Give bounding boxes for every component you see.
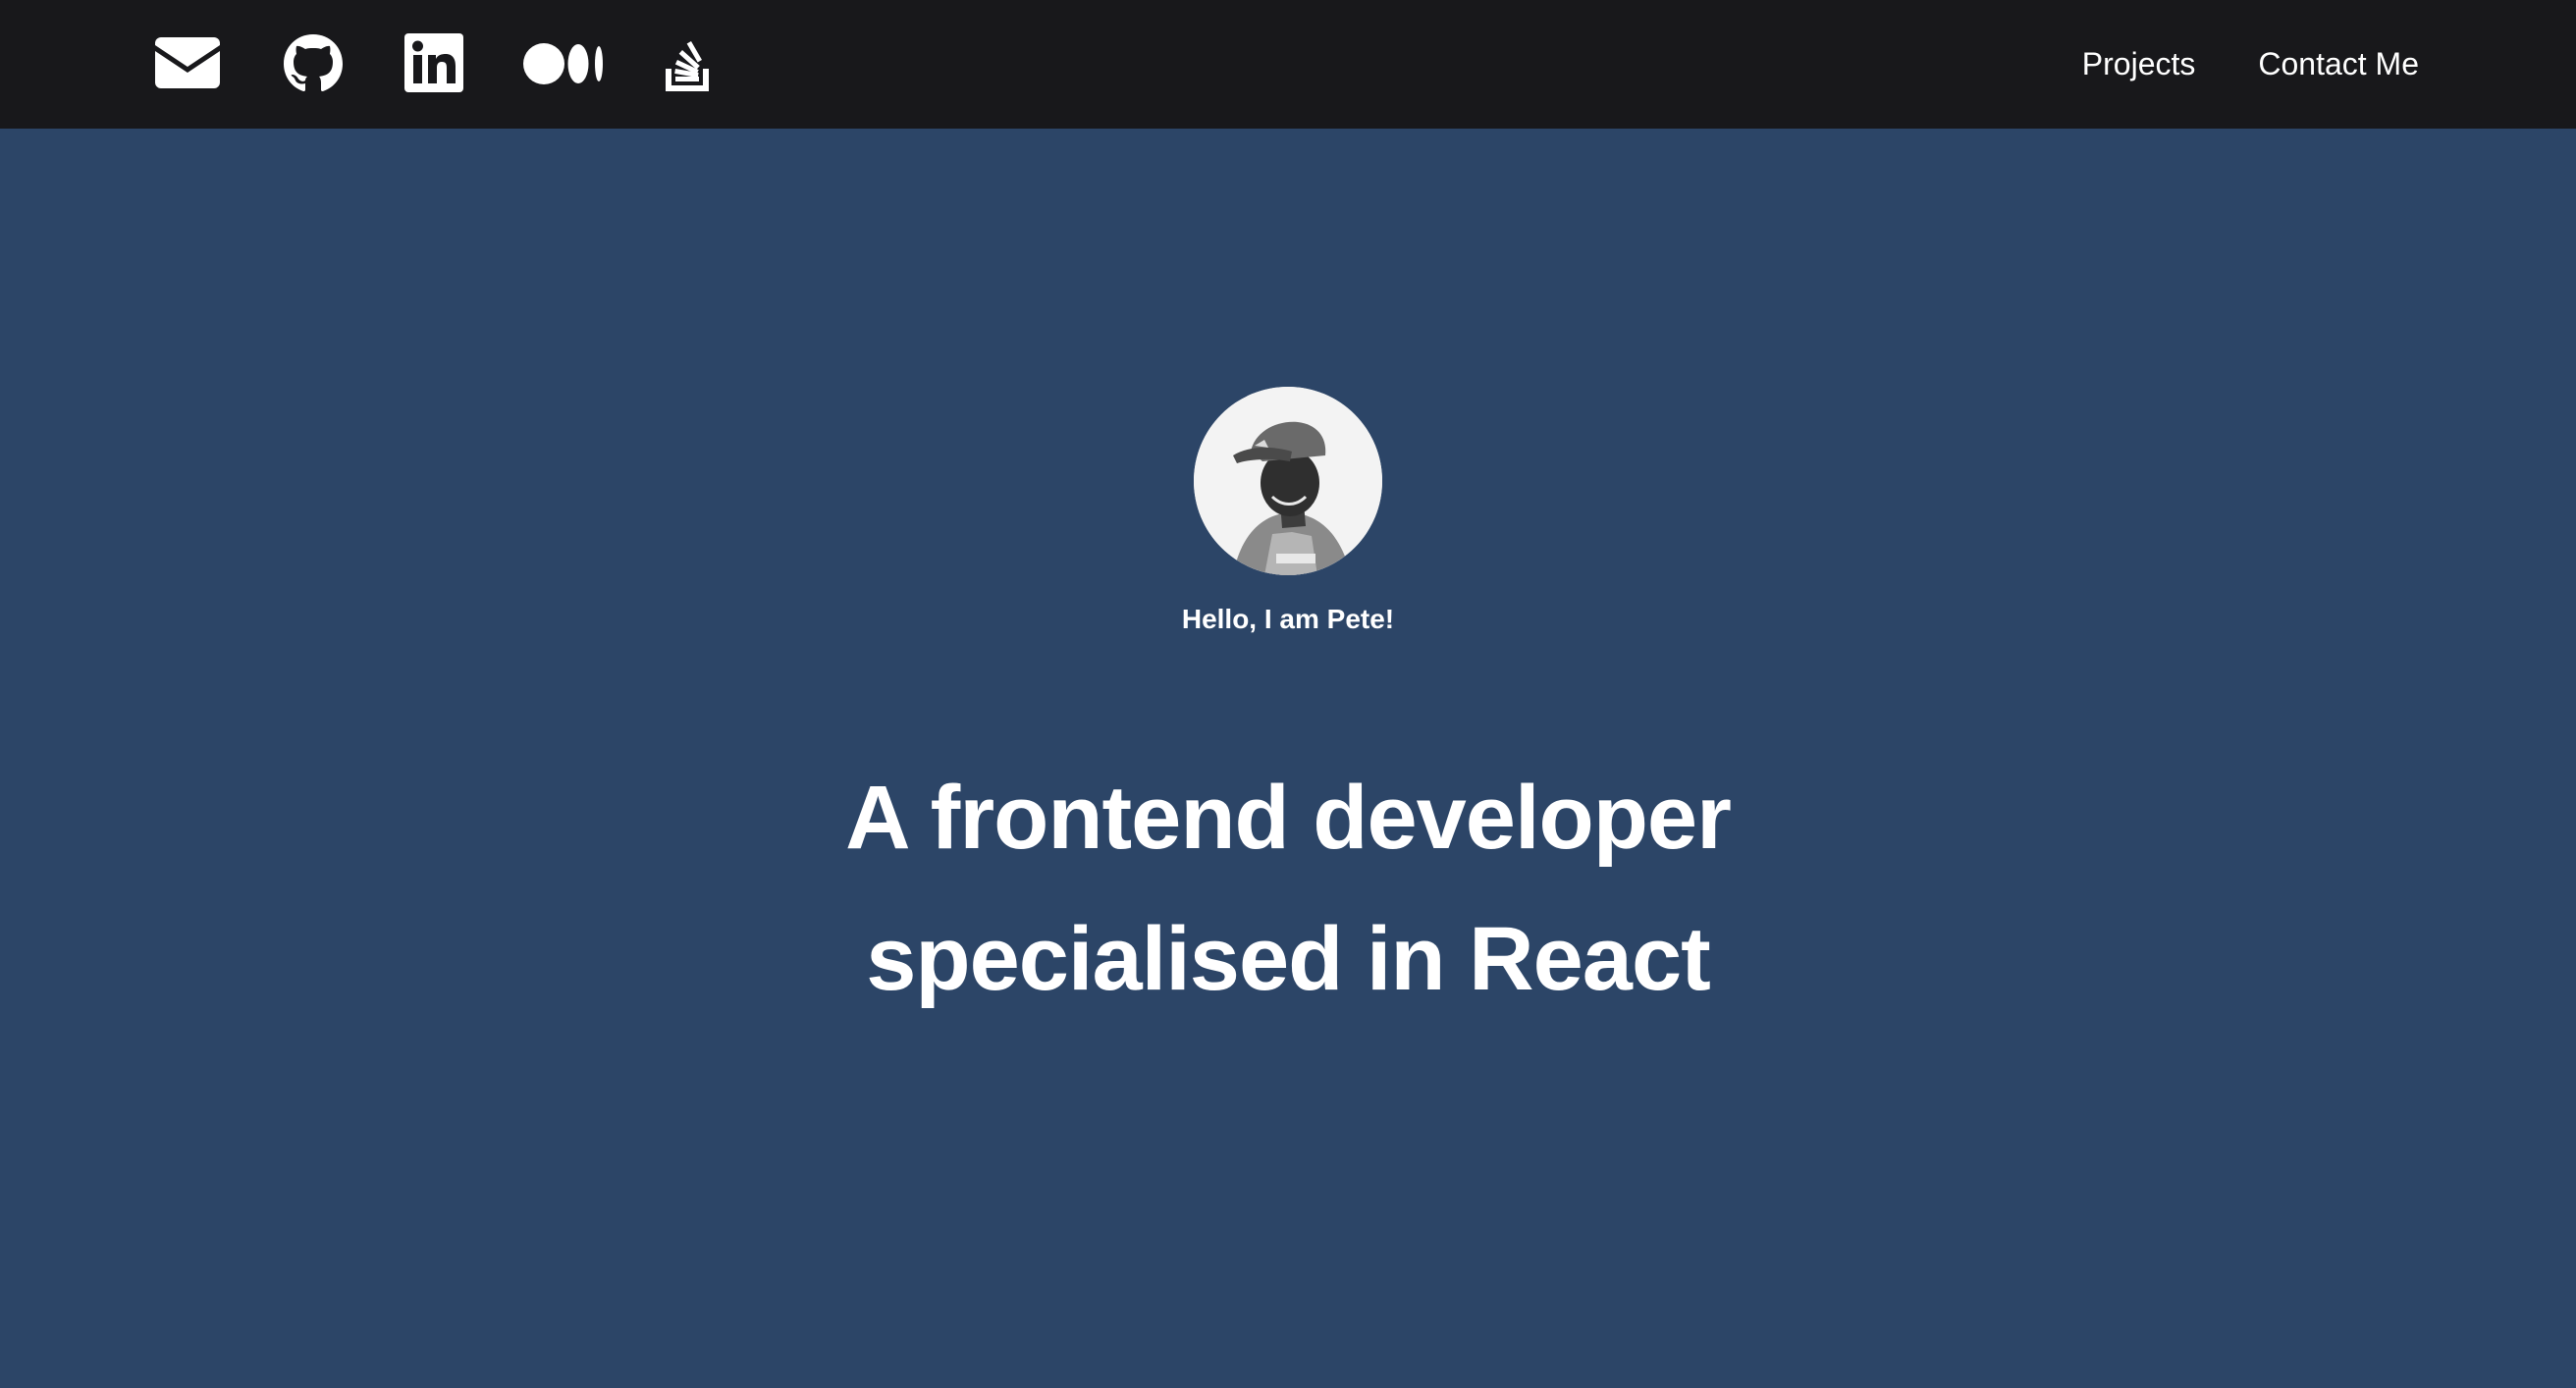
nav-link-projects[interactable]: Projects <box>2082 46 2196 82</box>
top-navigation-bar: Projects Contact Me <box>0 0 2576 129</box>
stackoverflow-link[interactable] <box>664 33 713 92</box>
greeting-text: Hello, I am Pete! <box>1181 604 1395 634</box>
medium-link[interactable] <box>523 43 604 84</box>
envelope-icon <box>155 37 220 88</box>
stackoverflow-icon <box>666 41 709 91</box>
headline-line-2: specialised in React <box>866 909 1711 1009</box>
headline-line-1: A frontend developer <box>845 768 1732 868</box>
github-icon <box>284 34 343 91</box>
main-nav: Projects Contact Me <box>2019 0 2419 129</box>
medium-icon <box>523 43 603 84</box>
email-link[interactable] <box>155 37 220 88</box>
hero-section: Hello, I am Pete! A frontend developer s… <box>0 129 2576 1388</box>
github-link[interactable] <box>282 32 345 95</box>
nav-link-contact-me[interactable]: Contact Me <box>2258 46 2419 82</box>
headline: A frontend developer specialised in Reac… <box>0 747 2576 1030</box>
avatar <box>1194 387 1382 575</box>
linkedin-link[interactable] <box>404 33 463 92</box>
linkedin-icon <box>404 33 463 92</box>
profile-photo <box>1194 387 1382 575</box>
